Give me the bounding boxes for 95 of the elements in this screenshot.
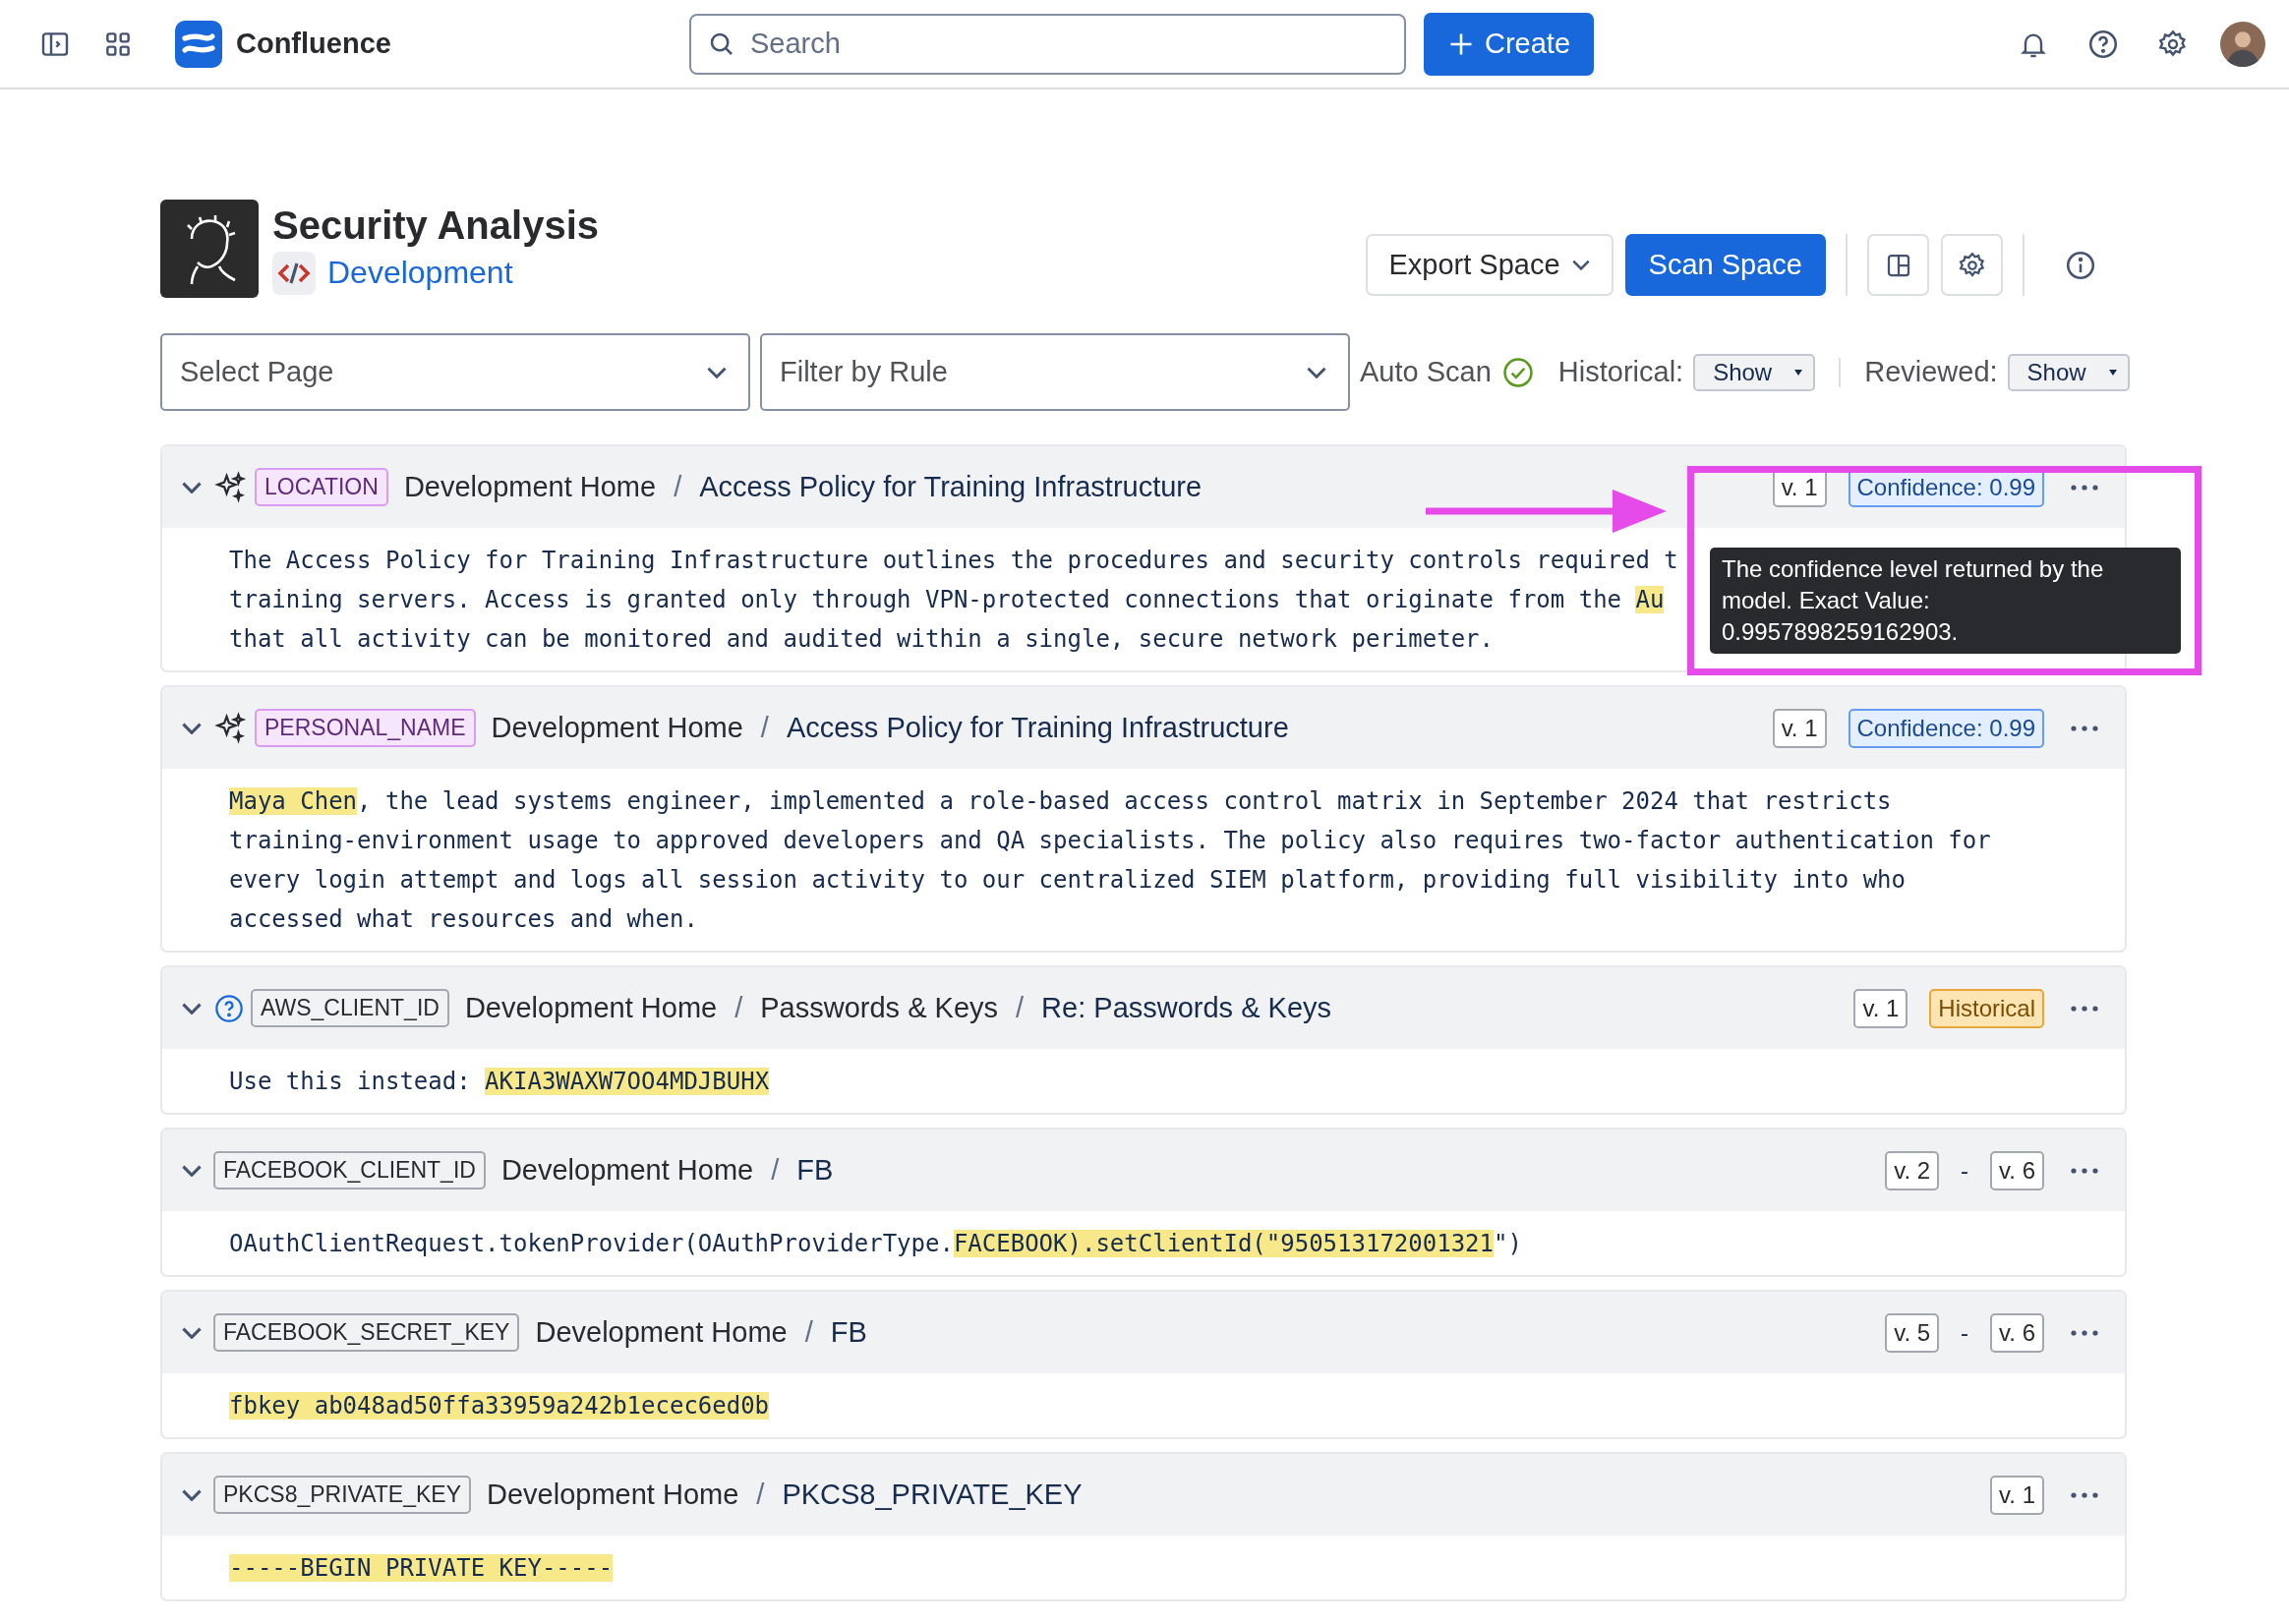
space-avatar-icon	[160, 200, 259, 298]
breadcrumb-separator: /	[734, 992, 743, 1024]
reviewed-label: Reviewed:	[1864, 356, 1998, 388]
page-link[interactable]: FB	[796, 1154, 834, 1187]
more-icon	[2070, 483, 2099, 492]
auto-scan-label: Auto Scan	[1360, 356, 1492, 388]
code-line: Maya Chen, the lead systems engineer, implemented a role-based access control matrix in September 2024 that restricts	[229, 786, 1892, 817]
version-badge: v. 6	[1990, 1312, 2044, 1353]
space-title: Security Analysis	[272, 203, 599, 248]
rule-tag: PKCS8_PRIVATE_KEY	[213, 1476, 472, 1514]
code-line: that all activity can be monitored and audited within a single, secure network perimeter.	[229, 624, 1494, 655]
version-badge: v. 5	[1885, 1312, 1940, 1353]
export-space-button[interactable]: Export Space	[1365, 234, 1614, 296]
scan-space-button[interactable]: Scan Space	[1624, 234, 1826, 296]
filter-rule-input[interactable]: Filter by Rule	[778, 355, 1307, 389]
version-range-dash: -	[1961, 1318, 1969, 1347]
more-icon	[2070, 1004, 2099, 1013]
more-icon	[2070, 1166, 2099, 1175]
breadcrumb-separator: /	[674, 471, 682, 503]
breadcrumb-link[interactable]: Development Home	[487, 1479, 739, 1511]
finding-header[interactable]: LOCATION Development Home / Access Policy for Training Infrastructure v. 1 Confidence: 0.99	[162, 446, 2125, 528]
version-badge: v. 1	[1853, 988, 1908, 1028]
page-link[interactable]: Access Policy for Training Infrastructure	[786, 712, 1289, 744]
chevron-down-icon	[182, 1164, 202, 1177]
breadcrumb-link[interactable]: Development Home	[535, 1316, 788, 1349]
layout-button[interactable]	[1867, 234, 1929, 296]
version-badge: v. 2	[1885, 1150, 1940, 1190]
breadcrumb-link[interactable]: Development Home	[500, 1154, 754, 1187]
more-icon	[2070, 724, 2099, 732]
confidence-badge: Confidence: 0.99	[1848, 708, 2044, 748]
breadcrumb-link[interactable]: Passwords & Keys	[760, 992, 999, 1024]
rule-tag: FACEBOOK_CLIENT_ID	[213, 1151, 486, 1189]
version-range-dash: -	[1961, 1156, 1969, 1185]
chevron-down-icon	[182, 1488, 202, 1501]
help-icon	[213, 992, 245, 1024]
code-line: OAuthClientRequest.tokenProvider(OAuthProviderType.FACEBOOK).setClientId("950513172001321")	[229, 1229, 1522, 1259]
chevron-down-icon	[182, 1326, 202, 1339]
breadcrumb-link[interactable]: Development Home	[491, 712, 743, 744]
finding-header[interactable]: PERSONAL_NAME Development Home / Access Policy for Training Infrastructure v. 1 Confidence: 0.99	[162, 687, 2125, 769]
code-icon	[272, 251, 316, 295]
finding-header[interactable]: AWS_CLIENT_ID Development Home / Passwords & Keys / Re: Passwords & Keys v. 1 Historical	[162, 967, 2125, 1049]
select-page-input[interactable]: Select Page	[178, 355, 707, 389]
chevron-down-icon	[1571, 260, 1590, 270]
create-button[interactable]: Create	[1424, 12, 1595, 76]
more-icon	[2070, 1328, 2099, 1337]
page-link[interactable]: FB	[830, 1316, 867, 1349]
caret-icon	[2107, 368, 2118, 377]
code-line: accessed what resources and when.	[229, 904, 698, 935]
code-line: training servers. Access is granted only through VPN-protected connections that originate from the Au	[229, 585, 1665, 615]
page-link[interactable]: Re: Passwords & Keys	[1041, 992, 1332, 1024]
breadcrumb-separator: /	[760, 712, 769, 744]
historical-badge: Historical	[1929, 988, 2044, 1028]
page-link[interactable]: PKCS8_PRIVATE_KEY	[782, 1479, 1083, 1511]
filter-rule-dropdown[interactable]: Filter by Rule	[760, 333, 1350, 411]
breadcrumb-separator: /	[756, 1479, 765, 1511]
chevron-down-icon	[182, 722, 202, 734]
version-badge: v. 1	[1990, 1475, 2044, 1515]
historical-label: Historical:	[1557, 356, 1684, 388]
code-line: Use this instead: AKIA3WAXW7OO4MDJBUHX	[229, 1067, 770, 1097]
rule-tag: FACEBOOK_SECRET_KEY	[213, 1313, 520, 1352]
chevron-down-icon	[182, 1002, 202, 1015]
more-icon	[2070, 1490, 2099, 1499]
historical-dropdown[interactable]: Show	[1693, 353, 1816, 391]
rule-tag: LOCATION	[255, 468, 388, 506]
chevron-down-icon	[1307, 366, 1326, 378]
chevron-down-icon	[707, 366, 727, 378]
code-line: every login attempt and logs all session activity to our centralized SIEM platform, providing full visibility into who	[229, 865, 1906, 896]
tooltip: The confidence level returned by the model. Exact Value: 0.9957898259162903.	[1710, 548, 2181, 654]
product-name[interactable]: Confluence	[236, 28, 391, 60]
code-line: training-environment usage to approved developers and QA specialists. The policy also requires two-factor authentication for	[229, 826, 1991, 856]
search-input[interactable]: Search	[748, 27, 1388, 61]
version-badge: v. 1	[1772, 708, 1827, 748]
finding-header[interactable]: PKCS8_PRIVATE_KEY Development Home / PKCS8_PRIVATE_KEY v. 1	[162, 1454, 2125, 1536]
reviewed-dropdown[interactable]: Show	[2007, 353, 2130, 391]
breadcrumb-separator: /	[771, 1154, 780, 1187]
breadcrumb-separator: /	[804, 1316, 813, 1349]
breadcrumb-link[interactable]: Development Home	[464, 992, 718, 1024]
rule-tag: PERSONAL_NAME	[255, 709, 476, 747]
code-line: The Access Policy for Training Infrastructure outlines the procedures and security controls required t	[229, 546, 1678, 576]
rule-tag: AWS_CLIENT_ID	[251, 989, 449, 1027]
select-page-dropdown[interactable]: Select Page	[160, 333, 750, 411]
space-settings-button[interactable]	[1941, 234, 2003, 296]
version-badge: v. 6	[1990, 1150, 2044, 1190]
space-link[interactable]: Development	[327, 255, 513, 291]
search-field[interactable]: Search	[689, 13, 1406, 75]
finding-header[interactable]: FACEBOOK_SECRET_KEY Development Home / FB v. 5 - v. 6	[162, 1292, 2125, 1373]
chevron-down-icon	[182, 481, 202, 493]
breadcrumb-link[interactable]: Development Home	[403, 471, 657, 503]
page-link[interactable]: Access Policy for Training Infrastructure	[699, 471, 1203, 503]
logo-icon	[175, 20, 222, 68]
caret-icon	[1793, 368, 1804, 377]
breadcrumb-separator: /	[1016, 992, 1025, 1024]
check-circle-icon[interactable]	[1500, 355, 1535, 389]
avatar-icon[interactable]	[2220, 21, 2265, 67]
finding-header[interactable]: FACEBOOK_CLIENT_ID Development Home / FB v. 2 - v. 6	[162, 1130, 2125, 1211]
